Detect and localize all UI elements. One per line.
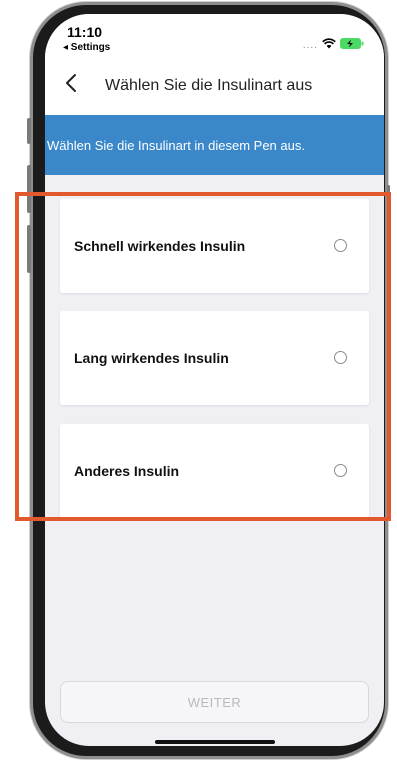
back-to-settings-link[interactable]: ◂ Settings xyxy=(63,42,110,53)
phone-silent-switch xyxy=(27,118,31,144)
chevron-left-icon[interactable] xyxy=(65,73,77,99)
highlight-frame xyxy=(15,192,391,521)
status-icons: .... xyxy=(303,36,364,54)
wifi-icon xyxy=(322,36,336,54)
instruction-banner: Wählen Sie die Insulinart in diesem Pen … xyxy=(45,115,384,175)
status-time: 11:10 xyxy=(67,24,103,40)
battery-charging-icon xyxy=(340,36,364,54)
continue-button[interactable]: WEITER xyxy=(60,681,369,723)
status-bar: 11:10 ◂ Settings .... xyxy=(45,14,384,59)
signal-dots: .... xyxy=(302,39,318,51)
instruction-text: Wählen Sie die Insulinart in diesem Pen … xyxy=(47,137,305,153)
home-indicator xyxy=(155,740,275,744)
page-title: Wählen Sie die Insulinart aus xyxy=(105,77,313,94)
navigation-bar: Wählen Sie die Insulinart aus xyxy=(45,59,384,115)
